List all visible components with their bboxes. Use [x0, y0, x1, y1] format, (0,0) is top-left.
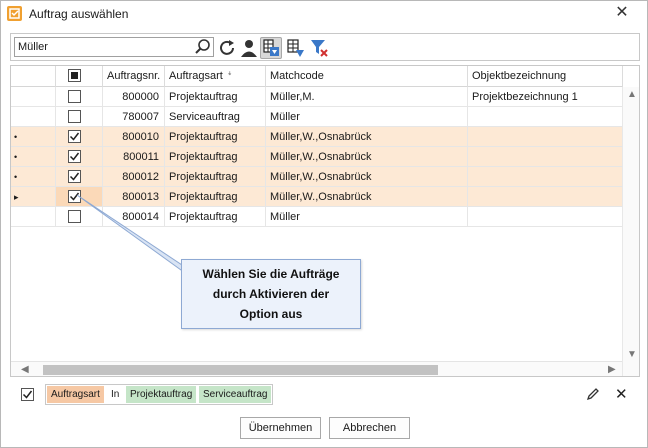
filter-value-chip-2[interactable]: Serviceauftrag [199, 386, 272, 403]
hint-tooltip: Wählen Sie die Aufträge durch Aktivieren… [181, 259, 361, 329]
apply-button[interactable]: Übernehmen [240, 417, 321, 439]
edit-filter-icon[interactable] [586, 387, 600, 404]
cancel-button[interactable]: Abbrechen [329, 417, 410, 439]
filter-bar: Auftragsart In Projektauftrag Serviceauf… [10, 379, 640, 411]
tooltip-line-1: Wählen Sie die Aufträge [202, 267, 340, 281]
filter-operator[interactable]: In [111, 386, 119, 403]
clear-filter-bar-icon[interactable]: ✕ [615, 385, 628, 403]
filter-field-chip[interactable]: Auftragsart [47, 386, 104, 403]
filter-value-chip-1[interactable]: Projektauftrag [126, 386, 197, 403]
dialog-window: Auftrag auswählen ✕ Müller Auftragsnr. A… [0, 0, 648, 448]
tooltip-line-2: durch Aktivieren der [212, 287, 330, 301]
tooltip-line-3: Option aus [239, 307, 303, 321]
filter-enabled-checkbox[interactable] [21, 388, 34, 401]
